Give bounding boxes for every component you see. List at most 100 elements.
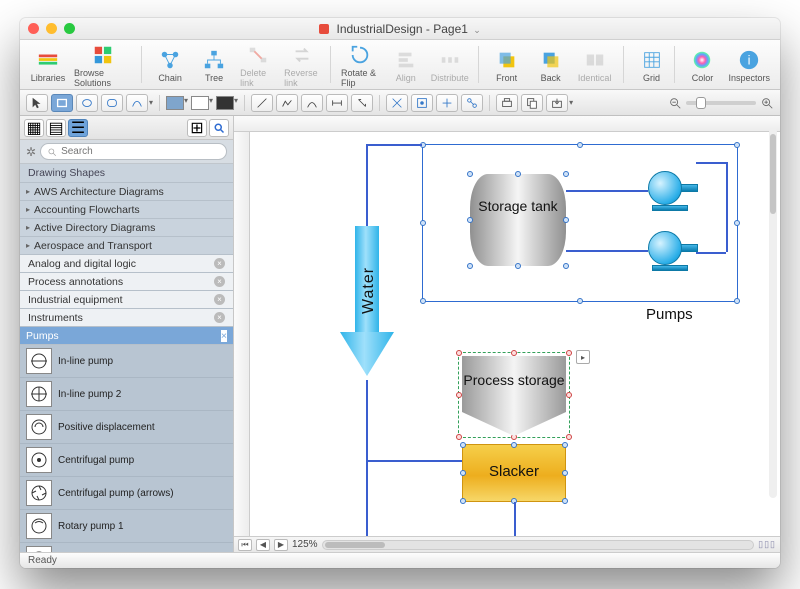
view-list[interactable]: ☰ (68, 119, 88, 137)
search-input[interactable] (61, 146, 220, 157)
front-button[interactable]: Front (485, 45, 529, 84)
category-tree-item[interactable]: ▸AWS Architecture Diagrams (20, 183, 233, 201)
storage-tank-shape[interactable]: Storage tank (470, 174, 566, 266)
inspectors-button[interactable]: iInspectors (724, 45, 774, 84)
snap3-tool[interactable] (436, 94, 458, 112)
print-tool[interactable] (496, 94, 518, 112)
shape-item[interactable]: In-line pump (20, 345, 233, 378)
arc-tool[interactable] (301, 94, 323, 112)
ellipse-tool[interactable] (76, 94, 98, 112)
copy-tool[interactable] (521, 94, 543, 112)
chevron-down-icon[interactable]: ⌄ (473, 25, 481, 35)
align-icon (395, 49, 417, 71)
fill-swatch[interactable]: ▾ (166, 96, 188, 110)
window-vscrollbar[interactable] (769, 128, 777, 498)
pointer-tool[interactable] (26, 94, 48, 112)
snap1-tool[interactable] (386, 94, 408, 112)
delete-link-button[interactable]: Delete link (236, 40, 280, 89)
rounded-tool[interactable] (101, 94, 123, 112)
tree-button[interactable]: Tree (192, 45, 236, 84)
view-small-icons[interactable]: ▤ (46, 119, 66, 137)
stroke-swatch[interactable]: ▾ (191, 96, 213, 110)
category-plain-item[interactable]: Industrial equipment× (20, 291, 233, 309)
minimize-window-button[interactable] (46, 23, 57, 34)
align-button[interactable]: Align (384, 45, 428, 84)
category-plain-item[interactable]: Process annotations× (20, 273, 233, 291)
export-tool[interactable] (546, 94, 568, 112)
zoom-controls (668, 96, 774, 110)
snap2-tool[interactable] (411, 94, 433, 112)
solutions-icon (92, 44, 114, 66)
reverse-link-button[interactable]: Reverse link (280, 40, 324, 89)
rect-tool[interactable] (51, 94, 73, 112)
zoom-value[interactable]: 125% (292, 539, 318, 550)
grid-button[interactable]: Grid (630, 45, 674, 84)
close-icon[interactable]: × (214, 258, 225, 269)
view-large-icons[interactable]: ▦ (24, 119, 44, 137)
shape-item[interactable]: Rotary pump 1 (20, 510, 233, 543)
chain-button[interactable]: Chain (148, 45, 192, 84)
distribute-button[interactable]: Distribute (428, 45, 472, 84)
chain-icon (159, 49, 181, 71)
close-icon[interactable]: × (214, 312, 225, 323)
category-plain-item[interactable]: Instruments× (20, 309, 233, 327)
category-header: Drawing Shapes (20, 164, 233, 183)
lib-search-button[interactable] (209, 119, 229, 137)
hscroll-track[interactable] (322, 540, 755, 550)
close-icon[interactable]: × (214, 294, 225, 305)
browse-solutions-button[interactable]: Browse Solutions (70, 40, 135, 89)
page-next-button[interactable]: ▶ (274, 539, 288, 551)
close-icon[interactable]: × (214, 276, 225, 287)
category-tree-item[interactable]: ▸Accounting Flowcharts (20, 201, 233, 219)
category-tree-item[interactable]: ▸Aerospace and Transport (20, 237, 233, 255)
identical-button[interactable]: Identical (573, 45, 617, 84)
category-plain-item[interactable]: Analog and digital logic× (20, 255, 233, 273)
back-button[interactable]: Back (529, 45, 573, 84)
gear-icon[interactable]: ✲ (26, 145, 36, 159)
pump-shape-bottom[interactable] (648, 228, 696, 268)
poly-tool[interactable] (276, 94, 298, 112)
zoom-window-button[interactable] (64, 23, 75, 34)
zoom-out-icon[interactable] (668, 96, 682, 110)
close-icon[interactable]: × (221, 330, 227, 342)
statusbar: Ready (20, 552, 780, 568)
canvas[interactable]: Storage tank Pumps (250, 132, 780, 536)
window-controls (28, 23, 75, 34)
play-icon[interactable]: ▸ (576, 350, 590, 364)
window-title: IndustrialDesign - Page1 ⌄ (20, 22, 780, 36)
shape-item[interactable]: Positive displacement (20, 411, 233, 444)
water-arrow-shape[interactable]: Water (340, 226, 394, 380)
line-tool[interactable] (251, 94, 273, 112)
dim1-tool[interactable] (326, 94, 348, 112)
shape-item[interactable]: Centrifugal pump (20, 444, 233, 477)
category-list: Drawing Shapes ▸AWS Architecture Diagram… (20, 164, 233, 345)
slacker-shape[interactable]: Slacker (462, 444, 566, 502)
close-window-button[interactable] (28, 23, 39, 34)
category-tree-item[interactable]: ▸Active Directory Diagrams (20, 219, 233, 237)
pump-shape-icon (26, 480, 52, 506)
libraries-button[interactable]: Libraries (26, 45, 70, 84)
shape-item[interactable]: Rotary pump 2 (20, 543, 233, 552)
view-grid-toggle[interactable]: ⊞ (187, 119, 207, 137)
storage-tank-label: Storage tank (470, 198, 566, 214)
page-indicators[interactable]: ▯▯▯ (758, 539, 776, 550)
zoom-slider[interactable] (686, 101, 756, 105)
page-prev-button[interactable]: ◀ (256, 539, 270, 551)
water-label: Water (360, 267, 378, 314)
pump-shape-top[interactable] (648, 168, 696, 208)
color-button[interactable]: Color (680, 45, 724, 84)
rotate-flip-button[interactable]: Rotate & Flip (337, 40, 384, 89)
disclosure-icon: ▸ (26, 187, 30, 196)
category-selected[interactable]: Pumps × (20, 327, 233, 345)
shape-item[interactable]: Centrifugal pump (arrows) (20, 477, 233, 510)
tree-icon (203, 49, 225, 71)
shape-item[interactable]: In-line pump 2 (20, 378, 233, 411)
dim2-tool[interactable] (351, 94, 373, 112)
shape-list: In-line pumpIn-line pump 2Positive displ… (20, 345, 233, 552)
page-first-button[interactable]: ⏮ (238, 539, 252, 551)
connector-tool[interactable] (126, 94, 148, 112)
line-swatch[interactable]: ▾ (216, 96, 238, 110)
snap4-tool[interactable] (461, 94, 483, 112)
search-box[interactable] (40, 143, 227, 160)
zoom-in-icon[interactable] (760, 96, 774, 110)
